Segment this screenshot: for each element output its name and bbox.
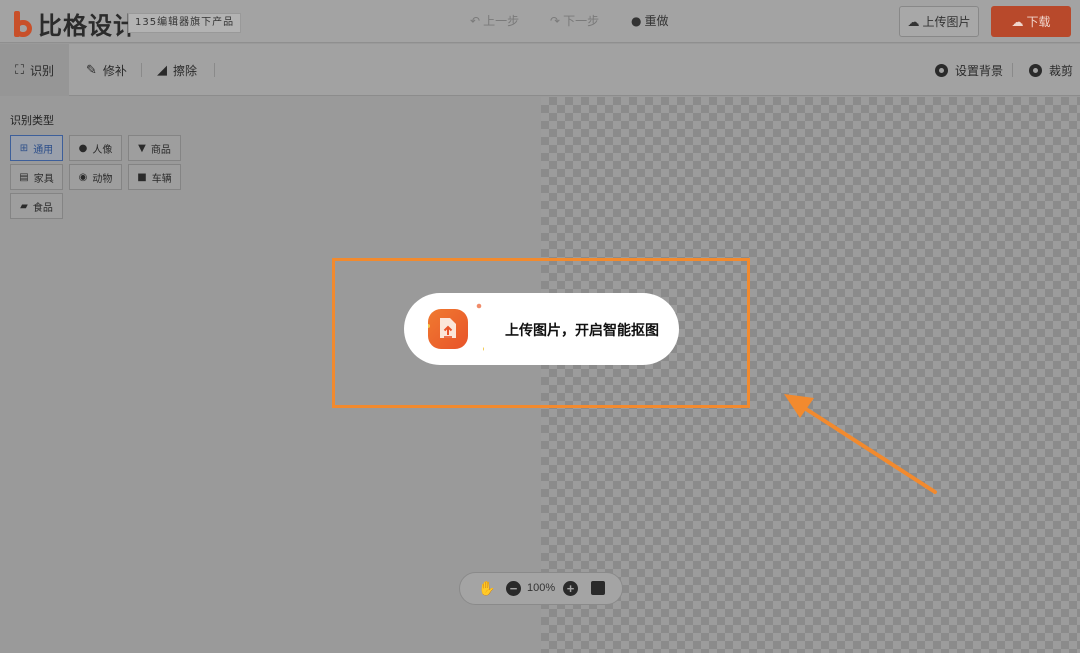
product-badge: 135编辑器旗下产品 — [128, 13, 242, 33]
type-label: 通用 — [33, 144, 54, 156]
zoom-bar: ✋ − 100% + — [459, 572, 623, 605]
redo-all-label: 重做 — [644, 14, 669, 28]
redo-icon: ↷ — [550, 13, 561, 28]
tool-recognize[interactable]: ⛶ 识别 — [0, 44, 69, 96]
top-bar: 比格设计 135编辑器旗下产品 ↶ 上一步 ↷ 下一步 ● 重做 ☁ 上传图片 … — [0, 0, 1080, 43]
cloud-upload-icon: ☁ — [907, 14, 920, 29]
zoom-level: 100% — [527, 582, 556, 594]
divider — [1012, 63, 1013, 77]
upload-prompt-text: 上传图片，开启智能抠图 — [505, 323, 659, 339]
animal-icon: ◉ — [78, 171, 88, 183]
type-portrait[interactable]: ● 人像 — [69, 135, 122, 161]
type-label: 家具 — [33, 173, 54, 185]
arrow-annotation-icon — [784, 394, 937, 494]
download-button[interactable]: ☁ 下载 — [991, 6, 1071, 37]
tool-bar: ⛶ 识别 ✎ 修补 ◢ 擦除 设置背景 裁剪 — [0, 44, 1080, 96]
face-scan-icon: ⛶ — [14, 62, 25, 78]
set-background-button[interactable]: 设置背景 — [935, 44, 1003, 96]
redo-step-button[interactable]: ↷ 下一步 — [550, 12, 599, 29]
upload-image-label: 上传图片 — [922, 15, 971, 29]
type-label: 食品 — [32, 202, 53, 214]
tool-repair-label: 修补 — [102, 63, 127, 78]
grid-icon: ⊞ — [19, 142, 29, 154]
zoom-out-icon[interactable]: − — [506, 581, 521, 596]
crop-icon — [1029, 63, 1042, 77]
brush-icon: ✎ — [86, 62, 97, 78]
shirt-icon: ▼ — [138, 142, 146, 154]
redo-step-label: 下一步 — [563, 14, 600, 28]
type-label: 车辆 — [151, 173, 172, 185]
type-furniture[interactable]: ▤ 家具 — [10, 164, 63, 190]
type-label: 商品 — [150, 144, 171, 156]
redo-all-button[interactable]: ● 重做 — [631, 12, 669, 29]
type-product[interactable]: ▼ 商品 — [128, 135, 181, 161]
undo-icon: ↶ — [470, 13, 481, 28]
set-background-label: 设置背景 — [955, 63, 1004, 78]
tool-recognize-label: 识别 — [30, 63, 55, 78]
type-food[interactable]: ▰ 食品 — [10, 193, 63, 219]
recognition-type-title: 识别类型 — [10, 114, 54, 127]
food-icon: ▰ — [20, 200, 28, 212]
clock-icon: ● — [631, 13, 642, 28]
undo-label: 上一步 — [483, 14, 520, 28]
upload-prompt-button[interactable]: 上传图片，开启智能抠图 — [404, 293, 679, 365]
background-icon — [935, 63, 948, 77]
divider — [141, 63, 142, 77]
tool-erase-label: 擦除 — [173, 63, 198, 78]
crop-label: 裁剪 — [1049, 63, 1074, 78]
compare-icon[interactable] — [591, 581, 605, 595]
tool-repair[interactable]: ✎ 修补 — [86, 44, 127, 96]
logo[interactable]: 比格设计 — [12, 6, 138, 41]
download-label: 下载 — [1026, 15, 1051, 29]
logo-text: 比格设计 — [38, 12, 138, 40]
hand-pan-icon[interactable]: ✋ — [478, 580, 495, 597]
truck-icon: ■ — [137, 171, 147, 183]
upload-image-button[interactable]: ☁ 上传图片 — [899, 6, 979, 37]
type-animal[interactable]: ◉ 动物 — [69, 164, 122, 190]
cabinet-icon: ▤ — [19, 171, 29, 183]
type-label: 人像 — [92, 144, 113, 156]
zoom-in-icon[interactable]: + — [563, 581, 578, 596]
divider — [214, 63, 215, 77]
type-label: 动物 — [92, 173, 113, 185]
type-general[interactable]: ⊞ 通用 — [10, 135, 63, 161]
cloud-download-icon: ☁ — [1011, 14, 1024, 29]
logo-icon — [12, 10, 34, 37]
type-vehicle[interactable]: ■ 车辆 — [128, 164, 181, 190]
tool-erase[interactable]: ◢ 擦除 — [157, 44, 197, 96]
undo-button[interactable]: ↶ 上一步 — [470, 12, 519, 29]
crop-button[interactable]: 裁剪 — [1029, 44, 1073, 96]
eraser-icon: ◢ — [157, 62, 167, 78]
upload-file-icon — [428, 303, 484, 351]
person-icon: ● — [78, 142, 88, 154]
